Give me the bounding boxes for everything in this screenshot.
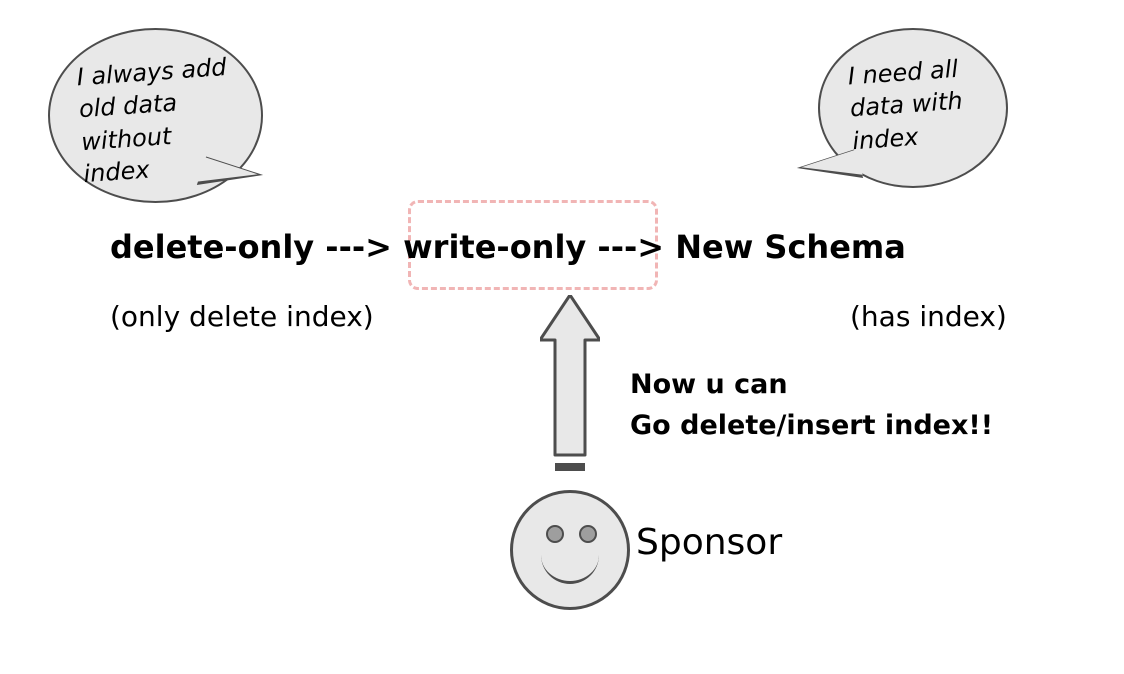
schema-flow-row: delete-only ---> write-only ---> New Sch…	[110, 228, 906, 266]
bubble-left-line4: index	[83, 156, 151, 189]
bubble-right-line3: index	[851, 123, 919, 156]
caption-delete-only: (only delete index)	[110, 300, 374, 333]
caption-new-schema: (has index)	[850, 300, 1007, 333]
face-eye-right	[579, 525, 597, 543]
arrow-text-2: --->	[586, 228, 675, 266]
sponsor-label: Sponsor	[636, 522, 782, 563]
bubble-left-line1: I always add	[76, 53, 228, 91]
diagram-canvas: I always add old data without index I ne…	[0, 0, 1124, 674]
up-arrow-icon	[540, 295, 600, 475]
bubble-right-line2: data with	[849, 87, 963, 123]
bubble-right-line1: I need all	[847, 55, 959, 91]
sponsor-speech-text: Now u can Go delete/insert index!!	[630, 365, 993, 446]
sponsor-note-line2: Go delete/insert index!!	[630, 410, 993, 441]
arrow-text-1: --->	[314, 228, 403, 266]
face-mouth	[541, 551, 599, 584]
face-eye-left	[546, 525, 564, 543]
state-delete-only: delete-only	[110, 228, 314, 266]
state-new-schema: New Schema	[675, 228, 906, 266]
state-write-only: write-only	[403, 228, 586, 266]
bubble-left-line2: old data	[78, 89, 178, 124]
sponsor-note-line1: Now u can	[630, 369, 788, 400]
bubble-right-text: I need all data with index	[847, 52, 979, 158]
bubble-left-line3: without	[80, 122, 172, 156]
sponsor-face-icon	[510, 490, 630, 610]
